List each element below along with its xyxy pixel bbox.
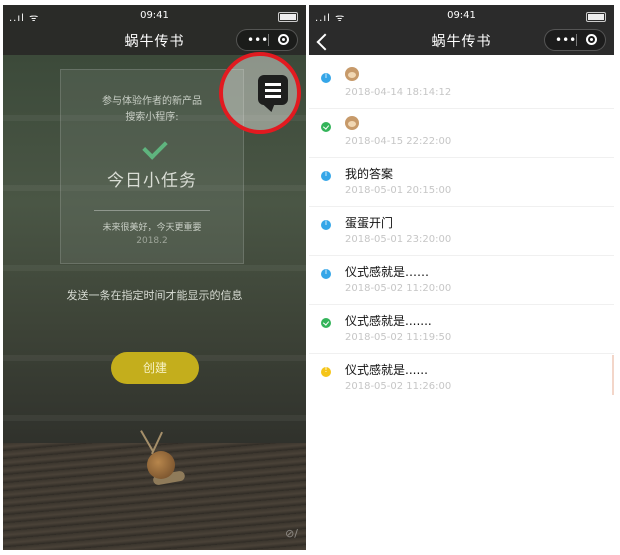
list-item[interactable]: 仪式感就是...... 2018-05-02 11:26:00	[309, 353, 614, 402]
menu-capsule[interactable]: •••	[544, 29, 606, 51]
more-icon[interactable]: •••	[247, 33, 268, 47]
item-title: 蛋蛋开门	[345, 216, 394, 230]
item-title	[345, 67, 359, 84]
card-divider	[94, 210, 210, 211]
message-list: 2018-04-14 18:14:12 2018-04-15 22:22:00 …	[309, 55, 614, 550]
status-time: 09:41	[447, 10, 476, 21]
card-line-2: 搜索小程序:	[125, 112, 179, 123]
check-status-icon	[321, 122, 331, 132]
item-timestamp: 2018-04-15 22:22:00	[345, 136, 452, 147]
warning-status-icon	[321, 365, 331, 377]
item-timestamp: 2018-05-01 23:20:00	[345, 234, 452, 245]
item-title: 仪式感就是......	[345, 363, 428, 377]
item-timestamp: 2018-05-02 11:26:00	[345, 381, 452, 392]
card-date: 2018.2	[136, 236, 168, 246]
capsule-divider	[576, 34, 577, 46]
item-timestamp: 2018-05-02 11:20:00	[345, 283, 452, 294]
check-status-icon	[321, 318, 331, 328]
monkey-emoji-icon	[345, 116, 359, 130]
list-item[interactable]: 仪式感就是....... 2018-05-02 11:19:50	[309, 304, 614, 354]
more-icon[interactable]: •••	[555, 33, 576, 47]
status-bar: ..ıl ᯤ 09:41	[3, 5, 306, 27]
menu-capsule[interactable]: •••	[236, 29, 298, 51]
info-status-icon	[321, 71, 331, 83]
list-item[interactable]: 蛋蛋开门 2018-05-01 23:20:00	[309, 206, 614, 256]
close-miniprogram-icon[interactable]	[278, 34, 289, 45]
right-phone-screen: ..ıl ᯤ 09:41 蜗牛传书 ••• 2018-04-14 18:14:1…	[309, 5, 614, 550]
card-title: 今日小任务	[107, 171, 197, 191]
capsule-divider	[268, 34, 269, 46]
left-phone-screen: ..ıl ᯤ 09:41 蜗牛传书 ••• 参与体验作者的新产品 搜索小程序: …	[3, 5, 306, 550]
list-line-icon	[265, 83, 281, 86]
list-line-icon	[265, 95, 281, 98]
item-title	[345, 116, 359, 133]
create-button[interactable]: 创建	[111, 352, 199, 384]
item-timestamp: 2018-04-14 18:14:12	[345, 87, 452, 98]
item-timestamp: 2018-05-01 20:15:00	[345, 185, 452, 196]
monkey-emoji-icon	[345, 67, 359, 81]
info-status-icon	[321, 267, 331, 279]
nav-bar: 蜗牛传书 •••	[3, 27, 306, 55]
info-status-icon	[321, 169, 331, 181]
message-list-button[interactable]	[258, 75, 288, 105]
list-line-icon	[265, 89, 281, 92]
card-line-3: 未来很美好，今天更重要	[102, 223, 202, 233]
status-bar: ..ıl ᯤ 09:41	[309, 5, 614, 27]
item-title: 我的答案	[345, 167, 394, 181]
battery-icon	[278, 12, 298, 22]
list-item[interactable]: 我的答案 2018-05-01 20:15:00	[309, 157, 614, 207]
task-card: 参与体验作者的新产品 搜索小程序: 今日小任务 未来很美好，今天更重要 2018…	[60, 69, 244, 264]
close-miniprogram-icon[interactable]	[586, 34, 597, 45]
checkmark-icon	[142, 134, 168, 160]
list-item[interactable]: 2018-04-15 22:22:00	[309, 108, 614, 158]
item-title: 仪式感就是.......	[345, 314, 432, 328]
item-timestamp: 2018-05-02 11:19:50	[345, 332, 452, 343]
card-line-1: 参与体验作者的新产品	[102, 96, 202, 107]
info-status-icon	[321, 218, 331, 230]
nav-bar: 蜗牛传书 •••	[309, 27, 614, 55]
message-text: 发送一条在指定时间才能显示的信息	[66, 289, 243, 302]
list-item[interactable]: 仪式感就是…… 2018-05-02 11:20:00	[309, 255, 614, 305]
status-time: 09:41	[140, 10, 169, 21]
battery-icon	[586, 12, 606, 22]
share-icon[interactable]: ⊘/	[285, 527, 298, 540]
snail-shell-image	[147, 451, 175, 479]
list-item[interactable]: 2018-04-14 18:14:12	[309, 59, 614, 109]
scroll-indicator	[612, 355, 614, 395]
item-title: 仪式感就是……	[345, 265, 430, 279]
